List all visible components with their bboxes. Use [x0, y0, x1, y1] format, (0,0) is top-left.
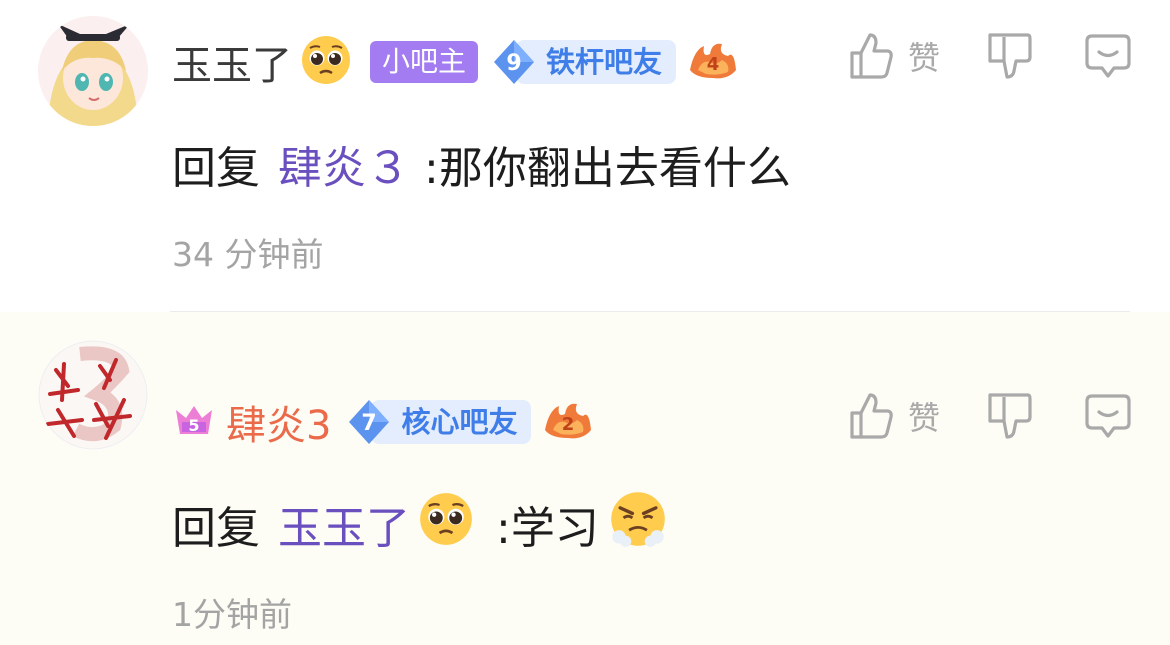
reply-button[interactable] — [1084, 32, 1132, 80]
like-label: 赞 — [907, 399, 940, 437]
reply-bubble-icon — [1085, 394, 1131, 438]
reply-text: :学习 — [496, 503, 599, 554]
reply-prefix: 回复 — [172, 503, 260, 554]
like-label: 赞 — [907, 39, 940, 77]
reply-mention[interactable]: 肆炎３ — [278, 132, 410, 196]
dislike-button[interactable] — [986, 391, 1032, 441]
fire-badge-icon: 2 — [543, 400, 593, 444]
reply-content: 回复 肆炎３ :那你翻出去看什么 — [172, 134, 791, 194]
comment-item-1: 玉玉了 小吧主 9 铁杆吧友 4 赞 回复 肆炎３:那你翻出去看什么 34 分… — [0, 0, 1170, 312]
user-info-row: 5 肆炎3 7 核心吧友 2 — [172, 390, 593, 454]
reply-mention[interactable]: 玉玉了 — [278, 492, 410, 556]
comment-actions: 赞 — [848, 384, 1132, 448]
thumbs-down-icon — [988, 393, 1032, 439]
vip-crown-icon: 5 — [172, 402, 216, 442]
like-button[interactable]: 赞 — [848, 31, 940, 81]
level-title: 核心吧友 — [371, 400, 532, 444]
fire-badge-number: 2 — [562, 414, 575, 435]
vip-number: 5 — [188, 416, 199, 435]
level-number: 7 — [362, 411, 377, 436]
triumph-face-icon — [609, 490, 667, 559]
level-gem-icon: 9 — [494, 40, 535, 84]
username[interactable]: 肆炎3 — [226, 393, 331, 451]
reply-content: 回复 玉玉了 :学习 — [172, 490, 667, 559]
level-badge[interactable]: 9 铁杆吧友 — [490, 40, 677, 84]
level-gem-icon: 7 — [349, 400, 390, 444]
thumbs-down-icon — [988, 33, 1032, 79]
reply-prefix: 回复 — [172, 143, 260, 194]
level-badge[interactable]: 7 核心吧友 — [345, 400, 532, 444]
comment-time: 1分钟前 — [172, 595, 292, 634]
fire-badge-number: 4 — [707, 54, 720, 75]
reply-bubble-icon — [1085, 34, 1131, 78]
thumbs-up-icon — [850, 33, 893, 79]
moderator-tag: 小吧主 — [370, 41, 479, 83]
comment-actions: 赞 — [848, 24, 1132, 88]
comment-item-2: 5 肆炎3 7 核心吧友 2 赞 回复 玉玉了:学习 1分钟前 — [0, 312, 1170, 645]
reply-text: :那你翻出去看什么 — [424, 143, 791, 194]
avatar[interactable] — [38, 16, 148, 126]
reply-button[interactable] — [1084, 392, 1132, 440]
username[interactable]: 玉玉了 — [172, 33, 292, 91]
fire-badge-icon: 4 — [688, 40, 738, 84]
thumbs-up-icon — [850, 393, 893, 439]
like-button[interactable]: 赞 — [848, 391, 940, 441]
pleading-face-icon — [418, 491, 474, 558]
pleading-face-icon — [300, 34, 352, 90]
avatar[interactable] — [38, 340, 148, 450]
user-info-row: 玉玉了 小吧主 9 铁杆吧友 4 — [172, 30, 738, 94]
level-number: 9 — [506, 51, 521, 76]
comment-time: 34 分钟前 — [172, 235, 324, 274]
level-title: 铁杆吧友 — [516, 40, 677, 84]
dislike-button[interactable] — [986, 31, 1032, 81]
